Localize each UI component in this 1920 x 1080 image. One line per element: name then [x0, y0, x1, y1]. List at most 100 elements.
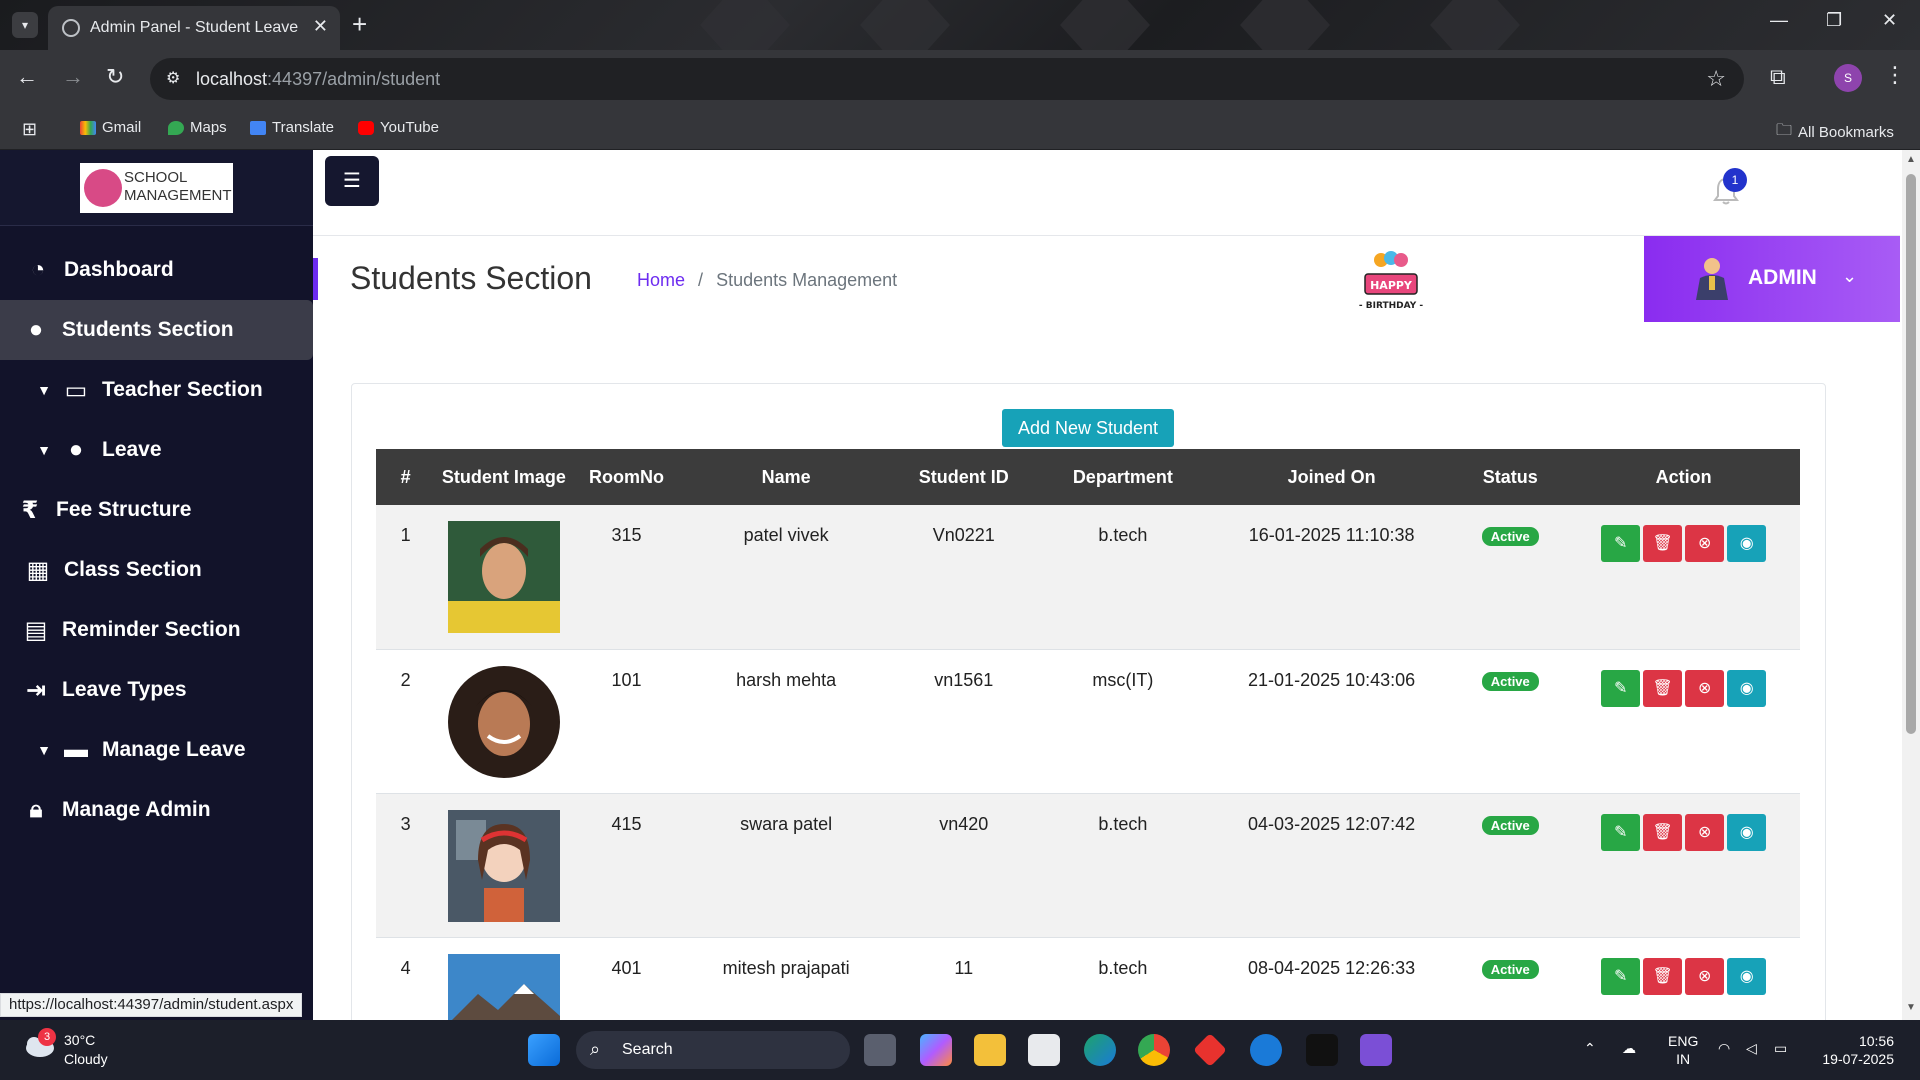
- student-photo[interactable]: [447, 665, 560, 778]
- deactivate-button[interactable]: ⊗: [1685, 813, 1725, 851]
- scroll-up-icon[interactable]: ▲: [1906, 154, 1916, 165]
- breadcrumb-home-link[interactable]: Home: [637, 270, 685, 290]
- forward-icon[interactable]: →: [62, 64, 84, 90]
- file-explorer-icon[interactable]: [974, 1034, 1006, 1066]
- bookmark-gmail[interactable]: Gmail: [80, 119, 141, 136]
- visual-studio-icon[interactable]: [1360, 1034, 1392, 1066]
- view-button[interactable]: ◉: [1727, 525, 1767, 562]
- task-view-icon[interactable]: [864, 1034, 896, 1066]
- delete-button[interactable]: 🗑︎: [1643, 669, 1683, 707]
- chevron-down-icon: ⌄: [1842, 266, 1858, 286]
- birthday-icon[interactable]: HAPPY - BIRTHDAY -: [1355, 250, 1427, 312]
- person-icon: ●: [68, 436, 84, 463]
- back-icon[interactable]: ←: [16, 64, 38, 90]
- chrome-icon[interactable]: [1138, 1034, 1170, 1066]
- tab-search-button[interactable]: ▾: [12, 12, 38, 38]
- students-card: Add New Student # Student Image RoomNo N…: [351, 383, 1826, 1043]
- onedrive-icon[interactable]: ☁: [1622, 1040, 1636, 1057]
- browser-tab[interactable]: Admin Panel - Student Leave ✕: [48, 6, 340, 50]
- delete-button[interactable]: 🗑︎: [1643, 525, 1683, 562]
- student-photo[interactable]: [447, 809, 560, 922]
- weather-condition[interactable]: Cloudy: [64, 1051, 108, 1067]
- delete-button[interactable]: 🗑︎: [1643, 813, 1683, 851]
- site-info-icon[interactable]: ⚙: [166, 68, 180, 88]
- sidebar-item-teacher[interactable]: ▼ ▭ Teacher Section: [0, 360, 313, 420]
- column-header[interactable]: Action: [1567, 449, 1800, 505]
- apps-grid-icon[interactable]: ⊞: [22, 119, 37, 140]
- logo-text: SCHOOL MANAGEMENT: [124, 169, 232, 204]
- deactivate-button[interactable]: ⊗: [1685, 669, 1725, 707]
- edit-button[interactable]: ✎: [1601, 813, 1641, 851]
- extensions-icon[interactable]: ⧉: [1770, 64, 1786, 90]
- all-bookmarks[interactable]: 🗀 All Bookmarks: [1776, 119, 1894, 146]
- edit-button[interactable]: ✎: [1601, 525, 1641, 562]
- column-header[interactable]: Status: [1453, 449, 1567, 505]
- add-new-student-button[interactable]: Add New Student: [1002, 409, 1174, 447]
- reload-icon[interactable]: ↻: [106, 64, 124, 90]
- sidebar-item-leave[interactable]: ▼ ● Leave: [0, 420, 313, 480]
- deactivate-button[interactable]: ⊗: [1685, 525, 1725, 562]
- windows-start-icon[interactable]: [528, 1034, 560, 1066]
- deactivate-button[interactable]: ⊗: [1685, 957, 1725, 995]
- status-cell: Active: [1453, 649, 1567, 793]
- input-language[interactable]: ENG IN: [1668, 1032, 1698, 1068]
- microsoft-store-icon[interactable]: [1028, 1034, 1060, 1066]
- column-header[interactable]: #: [376, 449, 435, 505]
- sidebar-item-leave-types[interactable]: ⇥ Leave Types: [0, 660, 313, 720]
- edit-button[interactable]: ✎: [1601, 957, 1641, 995]
- sidebar-item-class[interactable]: ▦ Class Section: [0, 540, 313, 600]
- view-button[interactable]: ◉: [1727, 813, 1767, 851]
- new-tab-button[interactable]: +: [352, 10, 367, 38]
- column-header[interactable]: Student Image: [435, 449, 572, 505]
- sidebar-item-fee-structure[interactable]: ₹ Fee Structure: [0, 480, 313, 540]
- scroll-down-icon[interactable]: ▼: [1906, 1002, 1916, 1013]
- bookmark-translate[interactable]: Translate: [250, 119, 334, 136]
- restore-icon[interactable]: ❐: [1826, 10, 1842, 31]
- window-close-icon[interactable]: ✕: [1882, 10, 1897, 31]
- volume-icon[interactable]: ◁: [1746, 1040, 1757, 1057]
- url-text[interactable]: localhost:44397/admin/student: [196, 69, 440, 90]
- column-header[interactable]: Name: [680, 449, 891, 505]
- git-icon[interactable]: [1193, 1033, 1227, 1067]
- terminal-icon[interactable]: [1306, 1034, 1338, 1066]
- student-photo[interactable]: [447, 521, 560, 633]
- sidebar-item-dashboard[interactable]: ◔ Dashboard: [0, 240, 313, 300]
- delete-button[interactable]: 🗑︎: [1643, 957, 1683, 995]
- scrollbar-thumb[interactable]: [1906, 174, 1916, 734]
- sidebar-item-manage-admin[interactable]: 🔒︎ Manage Admin: [0, 780, 313, 840]
- view-button[interactable]: ◉: [1727, 669, 1767, 707]
- sidebar-item-students[interactable]: ● Students Section: [0, 300, 313, 360]
- profile-avatar[interactable]: S: [1834, 64, 1862, 92]
- address-bar[interactable]: ⚙ localhost:44397/admin/student ☆: [150, 58, 1744, 100]
- status-badge: Active: [1481, 671, 1539, 691]
- battery-icon[interactable]: ▭: [1774, 1040, 1787, 1057]
- view-button[interactable]: ◉: [1727, 957, 1767, 995]
- sidebar-item-manage-leave[interactable]: ▼ ▬ Manage Leave: [0, 720, 313, 780]
- bookmark-maps[interactable]: Maps: [168, 119, 227, 136]
- gmail-icon: [80, 120, 96, 135]
- bookmark-youtube[interactable]: YouTube: [358, 119, 439, 136]
- tray-overflow-icon[interactable]: ⌃: [1584, 1040, 1596, 1057]
- taskbar-search[interactable]: ⌕ Search: [576, 1031, 850, 1069]
- weather-temperature[interactable]: 30°C: [64, 1032, 95, 1048]
- column-header[interactable]: Student ID: [892, 449, 1036, 505]
- system-clock[interactable]: 10:56 19-07-2025: [1816, 1032, 1894, 1068]
- column-header[interactable]: Joined On: [1210, 449, 1453, 505]
- help-icon[interactable]: [1250, 1034, 1282, 1066]
- sidebar-item-reminder[interactable]: ▤ Reminder Section: [0, 600, 313, 660]
- admin-profile-dropdown[interactable]: ADMIN ⌄: [1644, 236, 1900, 322]
- minimize-icon[interactable]: —: [1770, 10, 1788, 31]
- edge-icon[interactable]: [1084, 1034, 1116, 1066]
- joined-on: 04-03-2025 12:07:42: [1248, 813, 1416, 834]
- column-header[interactable]: RoomNo: [573, 449, 681, 505]
- hamburger-menu-button[interactable]: ☰: [325, 156, 379, 206]
- column-header[interactable]: Department: [1036, 449, 1210, 505]
- close-tab-icon[interactable]: ✕: [313, 16, 328, 37]
- wifi-icon[interactable]: ◠: [1718, 1040, 1730, 1057]
- edit-button[interactable]: ✎: [1601, 669, 1641, 707]
- bookmark-star-icon[interactable]: ☆: [1706, 66, 1726, 92]
- copilot-icon[interactable]: [920, 1034, 952, 1066]
- school-logo[interactable]: SCHOOL MANAGEMENT: [80, 163, 233, 213]
- page-scrollbar[interactable]: ▲ ▼: [1902, 150, 1920, 1020]
- browser-menu-icon[interactable]: ⋮: [1884, 62, 1906, 88]
